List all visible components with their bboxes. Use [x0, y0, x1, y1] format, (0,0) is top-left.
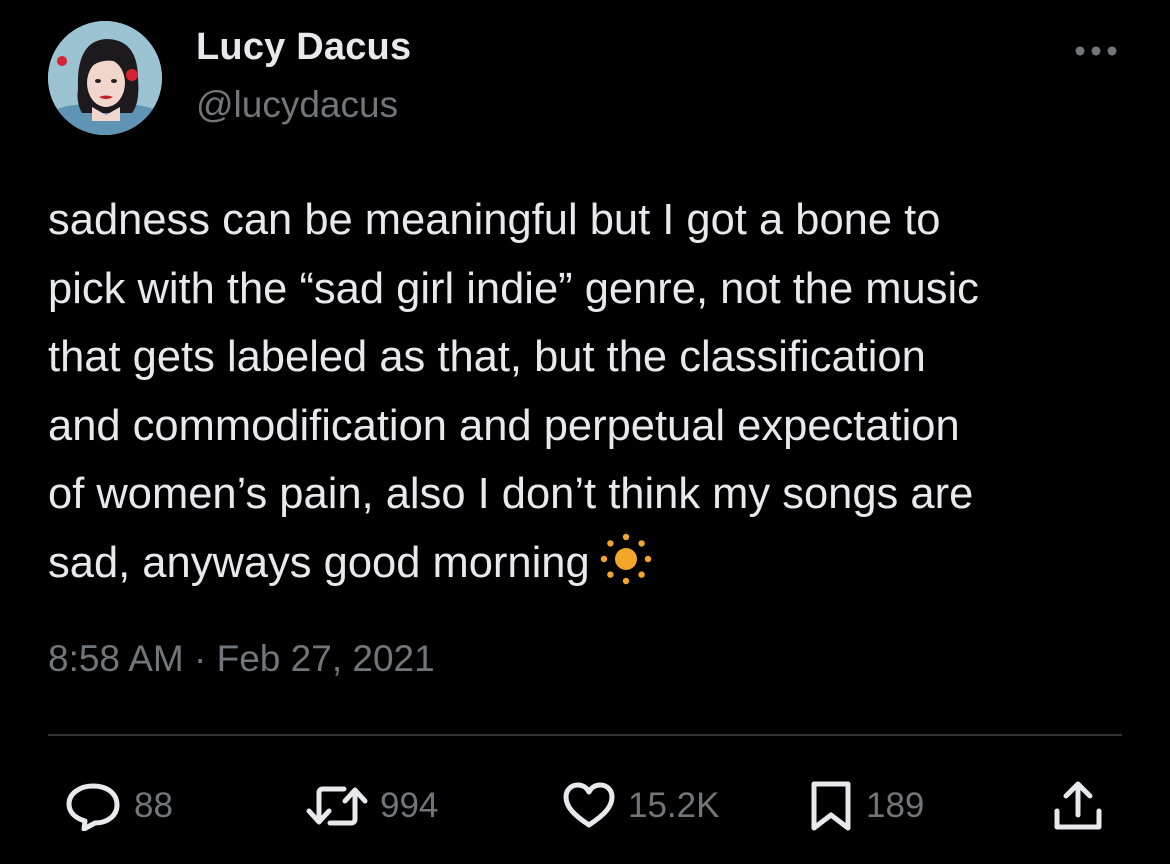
- avatar[interactable]: [48, 21, 162, 135]
- sun-icon: [598, 531, 654, 587]
- reply-icon: [66, 783, 120, 831]
- reply-count: 88: [134, 786, 173, 825]
- bookmark-count: 189: [866, 786, 925, 825]
- avatar-photo: [48, 21, 162, 135]
- author-handle[interactable]: @lucydacus: [196, 84, 398, 126]
- more-icon: [1075, 46, 1117, 56]
- like-button[interactable]: 15.2K: [562, 778, 719, 834]
- bookmark-icon: [811, 781, 851, 831]
- retweet-icon: [306, 786, 368, 826]
- divider: [48, 734, 1122, 736]
- like-count: 15.2K: [628, 786, 720, 825]
- tweet-timestamp[interactable]: 8:58 AM · Feb 27, 2021: [48, 638, 435, 680]
- author-display-name[interactable]: Lucy Dacus: [196, 26, 411, 69]
- more-options-button[interactable]: [1070, 36, 1122, 66]
- share-button[interactable]: [1052, 778, 1104, 834]
- heart-icon: [563, 782, 615, 828]
- tweet-text: sadness can be meaningful but I got a bo…: [48, 186, 1138, 597]
- reply-button[interactable]: 88: [64, 778, 173, 834]
- retweet-count: 994: [380, 786, 439, 825]
- tweet-text-content: sadness can be meaningful but I got a bo…: [48, 196, 979, 587]
- bookmark-button[interactable]: 189: [808, 778, 924, 834]
- share-icon: [1054, 781, 1102, 830]
- tweet: Lucy Dacus @lucydacus sadness can be mea…: [0, 0, 1170, 864]
- retweet-button[interactable]: 994: [306, 778, 438, 834]
